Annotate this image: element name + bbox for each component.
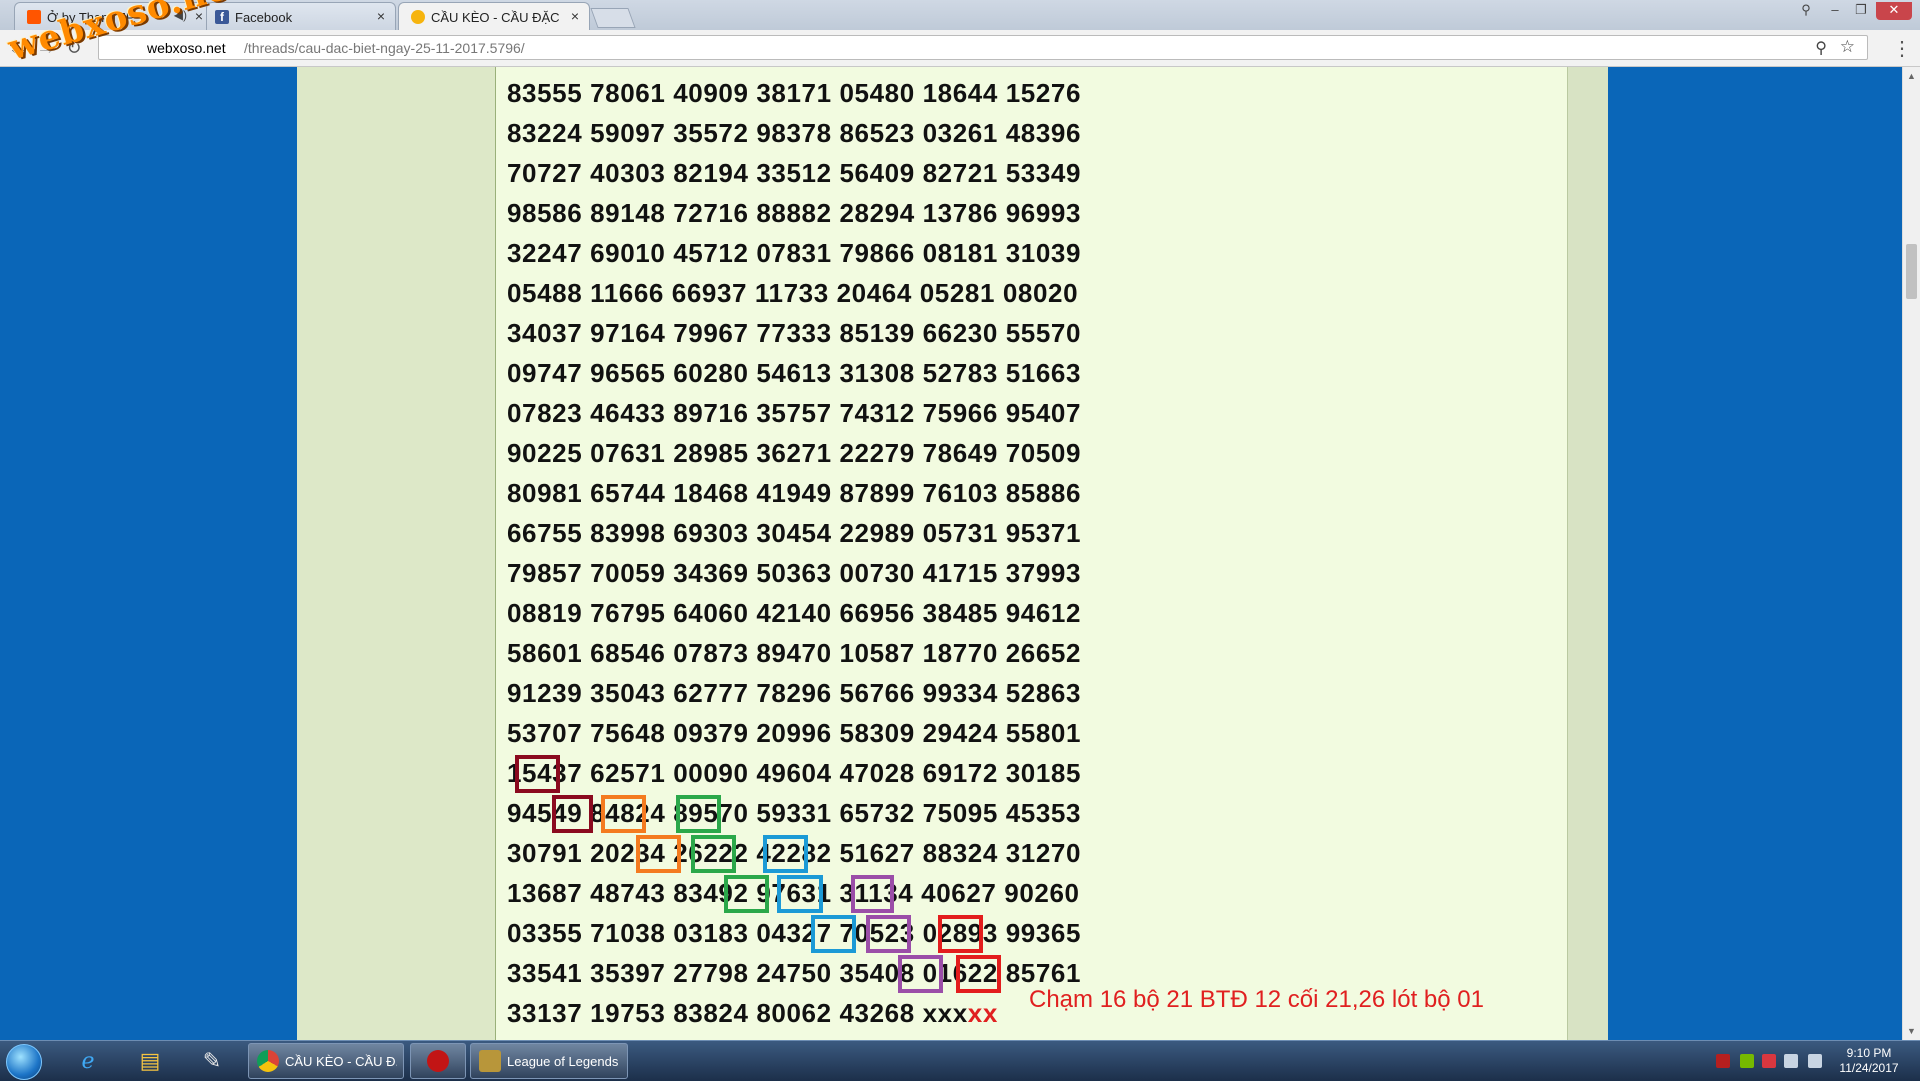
- close-tab-icon[interactable]: ×: [571, 8, 579, 24]
- page-scrollbar[interactable]: ▲ ▼: [1902, 67, 1920, 1040]
- taskbar-task-label: League of Legends: [507, 1054, 619, 1069]
- number-row: 15437 62571 00090 49604 47028 69172 3018…: [507, 758, 1082, 788]
- number-row: 83555 78061 40909 38171 05480 18644 1527…: [507, 78, 1082, 108]
- highlight-box-blue: [763, 835, 808, 873]
- file-explorer-icon[interactable]: ▤: [126, 1045, 174, 1077]
- windows-taskbar: ℯ ▤ ✎ CẦU KÈO - CẦU Đ... League of Legen…: [0, 1040, 1920, 1081]
- highlight-box-blue: [777, 875, 823, 913]
- menu-icon[interactable]: ⋮: [1892, 36, 1912, 61]
- last-row-text: 33137 19753 83824 80062 43268 xxx: [507, 998, 968, 1028]
- prediction-note: Chạm 16 bộ 21 BTĐ 12 cối 21,26 lót bộ 01: [1029, 986, 1484, 1013]
- number-row: 94549 84824 89570 59331 65732 75095 4535…: [507, 798, 1082, 828]
- tray-app-icon[interactable]: [1716, 1054, 1730, 1068]
- tab-facebook[interactable]: f Facebook ×: [206, 2, 396, 30]
- internet-explorer-icon[interactable]: ℯ: [64, 1045, 112, 1077]
- number-row: 66755 83998 69303 30454 22989 05731 9537…: [507, 518, 1082, 548]
- highlight-box-purple: [866, 915, 911, 953]
- taskbar-league-window[interactable]: League of Legends: [470, 1043, 628, 1079]
- number-row: 58601 68546 07873 89470 10587 18770 2665…: [507, 638, 1082, 668]
- highlight-box-purple: [898, 955, 943, 993]
- restore-icon[interactable]: ❐: [1848, 2, 1874, 20]
- highlight-box-green: [724, 875, 769, 913]
- minimize-icon[interactable]: –: [1822, 2, 1848, 20]
- network-icon[interactable]: [1784, 1054, 1798, 1068]
- number-row: 80981 65744 18468 41949 87899 76103 8588…: [507, 478, 1082, 508]
- last-row-red-text: xx: [967, 998, 998, 1028]
- url-domain: webxoso.net: [147, 40, 226, 56]
- league-icon: [479, 1050, 501, 1072]
- clock-time: 9:10 PM: [1846, 1046, 1892, 1060]
- chrome-icon: [257, 1050, 279, 1072]
- start-button[interactable]: [6, 1044, 42, 1080]
- highlight-box-orange: [636, 835, 681, 873]
- clock-date: 11/24/2017: [1839, 1061, 1899, 1075]
- new-tab-button[interactable]: [590, 8, 636, 28]
- highlight-box-blue: [811, 915, 856, 953]
- address-bar[interactable]: webxoso.net /threads/cau-dac-biet-ngay-2…: [98, 35, 1868, 60]
- number-row: 83224 59097 35572 98378 86523 03261 4839…: [507, 118, 1082, 148]
- highlight-box-red: [956, 955, 1001, 993]
- url-path: /threads/cau-dac-biet-ngay-25-11-2017.57…: [244, 40, 525, 56]
- number-row: 07823 46433 89716 35757 74312 75966 9540…: [507, 398, 1082, 428]
- number-row: 90225 07631 28985 36271 22279 78649 7050…: [507, 438, 1082, 468]
- highlight-box-green: [691, 835, 736, 873]
- forum-right-column: [1567, 67, 1608, 1040]
- browser-toolbar: ← → ↻ webxoso.net /threads/cau-dac-biet-…: [0, 30, 1920, 67]
- number-row: 34037 97164 79967 77333 85139 66230 5557…: [507, 318, 1082, 348]
- scroll-down-icon[interactable]: ▼: [1907, 1026, 1916, 1036]
- system-clock[interactable]: 9:10 PM 11/24/2017: [1830, 1046, 1908, 1076]
- taskbar-task-label: CẦU KÈO - CẦU Đ...: [285, 1054, 397, 1069]
- number-row: 08819 76795 64060 42140 66956 38485 9461…: [507, 598, 1082, 628]
- number-row: 98586 89148 72716 88882 28294 13786 9699…: [507, 198, 1082, 228]
- highlight-box-maroon: [515, 755, 560, 793]
- garena-icon: [427, 1050, 449, 1072]
- last-number-row: 33137 19753 83824 80062 43268 xxxxx: [507, 998, 998, 1029]
- number-row: 09747 96565 60280 54613 31308 52783 5166…: [507, 358, 1082, 388]
- forum-left-column: [297, 67, 495, 1040]
- vietkey-icon[interactable]: [1762, 1054, 1776, 1068]
- highlight-box-orange: [601, 795, 646, 833]
- paint-icon[interactable]: ✎: [188, 1045, 236, 1077]
- volume-icon[interactable]: [1808, 1054, 1822, 1068]
- highlight-box-green: [676, 795, 721, 833]
- number-row: 03355 71038 03183 04327 70523 02893 9936…: [507, 918, 1082, 948]
- taskbar-chrome-window[interactable]: CẦU KÈO - CẦU Đ...: [248, 1043, 404, 1079]
- nvidia-icon[interactable]: [1740, 1054, 1754, 1068]
- user-icon[interactable]: ⚲: [1793, 2, 1819, 20]
- number-row: 79857 70059 34369 50363 00730 41715 3799…: [507, 558, 1082, 588]
- tab-title: Facebook: [235, 10, 293, 25]
- scroll-thumb[interactable]: [1906, 244, 1917, 299]
- bookmark-star-icon[interactable]: ☆: [1840, 37, 1855, 57]
- highlight-box-red: [938, 915, 983, 953]
- number-row: 05488 11666 66937 11733 20464 05281 0802…: [507, 278, 1079, 308]
- number-row: 53707 75648 09379 20996 58309 29424 5580…: [507, 718, 1082, 748]
- xs-favicon-icon: [411, 10, 425, 24]
- number-row: 32247 69010 45712 07831 79866 08181 3103…: [507, 238, 1082, 268]
- highlight-box-maroon: [552, 795, 593, 833]
- scroll-up-icon[interactable]: ▲: [1907, 71, 1916, 81]
- number-row: 91239 35043 62777 78296 56766 99334 5286…: [507, 678, 1082, 708]
- tab-strip: Ở by Thang JP ◀) × f Facebook × CẦU KÈO …: [0, 0, 1920, 31]
- close-window-icon[interactable]: ✕: [1876, 2, 1912, 20]
- highlight-box-purple: [851, 875, 894, 913]
- facebook-icon: f: [215, 10, 229, 24]
- tab-cau-keo[interactable]: CẦU KÈO - CẦU ĐẶC BIỆ ×: [398, 2, 590, 31]
- zoom-icon[interactable]: ⚲: [1815, 38, 1827, 58]
- close-tab-icon[interactable]: ×: [377, 8, 385, 24]
- tab-title: CẦU KÈO - CẦU ĐẶC BIỆ: [431, 10, 561, 25]
- taskbar-garena-window[interactable]: [410, 1043, 466, 1079]
- number-row: 70727 40303 82194 33512 56409 82721 5334…: [507, 158, 1082, 188]
